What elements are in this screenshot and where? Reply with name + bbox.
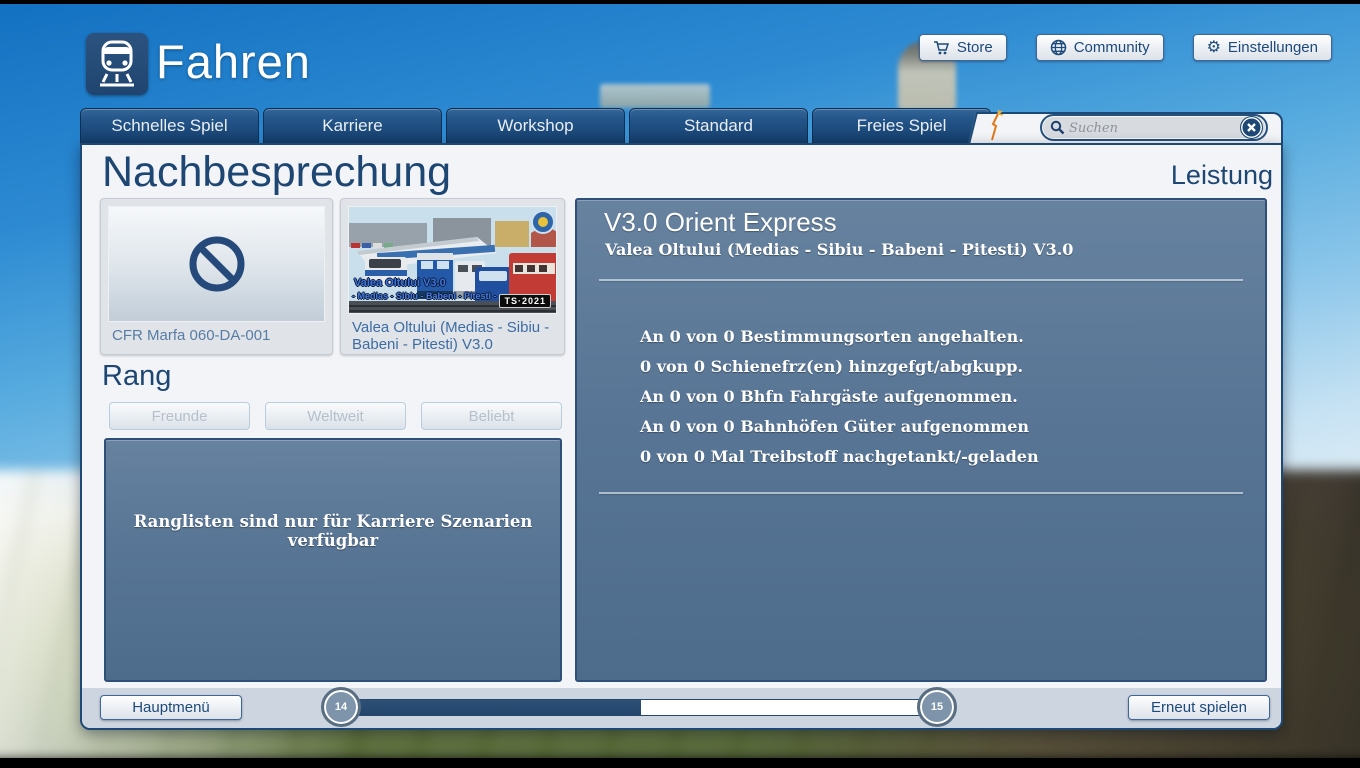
screen: Fahren Store Community ⚙ Einstellungen S… — [0, 0, 1360, 768]
letterbox-bottom — [0, 758, 1360, 768]
background-buildings — [600, 84, 710, 108]
locomotive-card[interactable]: CFR Marfa 060-DA-001 — [100, 198, 333, 355]
stat-railvehicles: 0 von 0 Schienefrz(en) hinzgefgt/abgkupp… — [640, 357, 1024, 376]
route-card[interactable]: Valea Oltului V3.0 - Medias - Sibiu - Ba… — [340, 198, 565, 355]
community-button-label: Community — [1073, 39, 1150, 56]
friends-filter-button[interactable]: Freunde — [109, 402, 250, 430]
rank-filter-buttons: Freunde Weltweit Beliebt — [109, 402, 562, 430]
topbar: Store Community ⚙ Einstellungen — [918, 34, 1332, 61]
locomotive-card-label: CFR Marfa 060-DA-001 — [112, 327, 271, 344]
level-badge-current: 14 — [321, 687, 361, 727]
worldwide-filter-button[interactable]: Weltweit — [265, 402, 406, 430]
page-header-title: Fahren — [156, 35, 311, 88]
divider — [599, 492, 1243, 494]
level-badge-next: 15 — [917, 687, 957, 727]
replay-button[interactable]: Erneut spielen — [1128, 695, 1270, 720]
store-button-label: Store — [956, 39, 993, 56]
settings-button[interactable]: ⚙ Einstellungen — [1192, 34, 1332, 61]
community-button[interactable]: Community — [1035, 34, 1164, 61]
footer-bar: Hauptmenü 14 15 Erneut spielen — [82, 687, 1281, 728]
search-input[interactable] — [1065, 120, 1240, 135]
firework-decoration — [991, 110, 1004, 141]
route-thumbnail: Valea Oltului V3.0 - Medias - Sibiu - Ba… — [348, 206, 557, 314]
no-image-icon — [189, 236, 244, 292]
divider — [599, 279, 1243, 281]
stat-fuel: 0 von 0 Mal Treibstoff nachgetankt/-gela… — [640, 447, 1039, 466]
scenario-title: V3.0 Orient Express — [604, 207, 837, 237]
performance-panel: V3.0 Orient Express Valea Oltului (Media… — [575, 198, 1267, 682]
letterbox-top — [0, 0, 1360, 4]
tab-standard[interactable]: Standard — [629, 108, 808, 143]
store-button[interactable]: Store — [918, 34, 1007, 61]
tab-karriere[interactable]: Karriere — [263, 108, 442, 143]
popular-filter-button[interactable]: Beliebt — [421, 402, 562, 430]
route-thumbnail-badge: TS·2021 — [499, 294, 551, 308]
search-icon — [1050, 120, 1065, 135]
train-icon — [100, 40, 134, 87]
level-progress-bar — [341, 699, 937, 716]
main-menu-button[interactable]: Hauptmenü — [100, 695, 242, 720]
route-thumbnail-overlay-subtitle: - Medias - Sibiu - Babeni - Pitesti - — [352, 291, 497, 301]
search-clear-button[interactable] — [1240, 116, 1263, 139]
main-tab-bar: Schnelles Spiel Karriere Workshop Standa… — [80, 108, 991, 143]
tab-freies-spiel[interactable]: Freies Spiel — [812, 108, 991, 143]
tab-workshop[interactable]: Workshop — [446, 108, 625, 143]
route-card-label: Valea Oltului (Medias - Sibiu - Babeni -… — [352, 319, 550, 354]
tab-schnelles-spiel[interactable]: Schnelles Spiel — [80, 108, 259, 143]
rank-section-title: Rang — [102, 360, 172, 392]
route-thumbnail-overlay-title: Valea Oltului V3.0 — [354, 277, 446, 289]
locomotive-thumbnail — [108, 206, 325, 322]
stat-passengers: An 0 von 0 Bhfn Fahrgäste aufgenommen. — [640, 387, 1018, 406]
scenario-route-subtitle: Valea Oltului (Medias - Sibiu - Babeni -… — [605, 240, 1074, 259]
settings-button-label: Einstellungen — [1227, 39, 1318, 56]
rank-list-panel: Ranglisten sind nur für Karriere Szenari… — [104, 438, 562, 682]
level-progress-fill — [342, 700, 641, 715]
search-box — [1040, 114, 1268, 141]
page-title: Nachbesprechung — [102, 148, 452, 196]
cart-icon — [933, 40, 949, 54]
train-logo — [86, 33, 148, 95]
stat-destinations: An 0 von 0 Bestimmungsorten angehalten. — [640, 327, 1024, 346]
performance-section-title: Leistung — [1170, 160, 1273, 190]
gear-icon: ⚙ — [1206, 38, 1221, 56]
globe-icon — [1050, 39, 1066, 56]
rank-empty-message: Ranglisten sind nur für Karriere Szenari… — [133, 512, 533, 550]
stat-freight: An 0 von 0 Bahnhöfen Güter aufgenommen — [640, 417, 1030, 436]
close-icon — [1247, 123, 1256, 132]
performance-stats: An 0 von 0 Bestimmungsorten angehalten. … — [640, 322, 1039, 472]
